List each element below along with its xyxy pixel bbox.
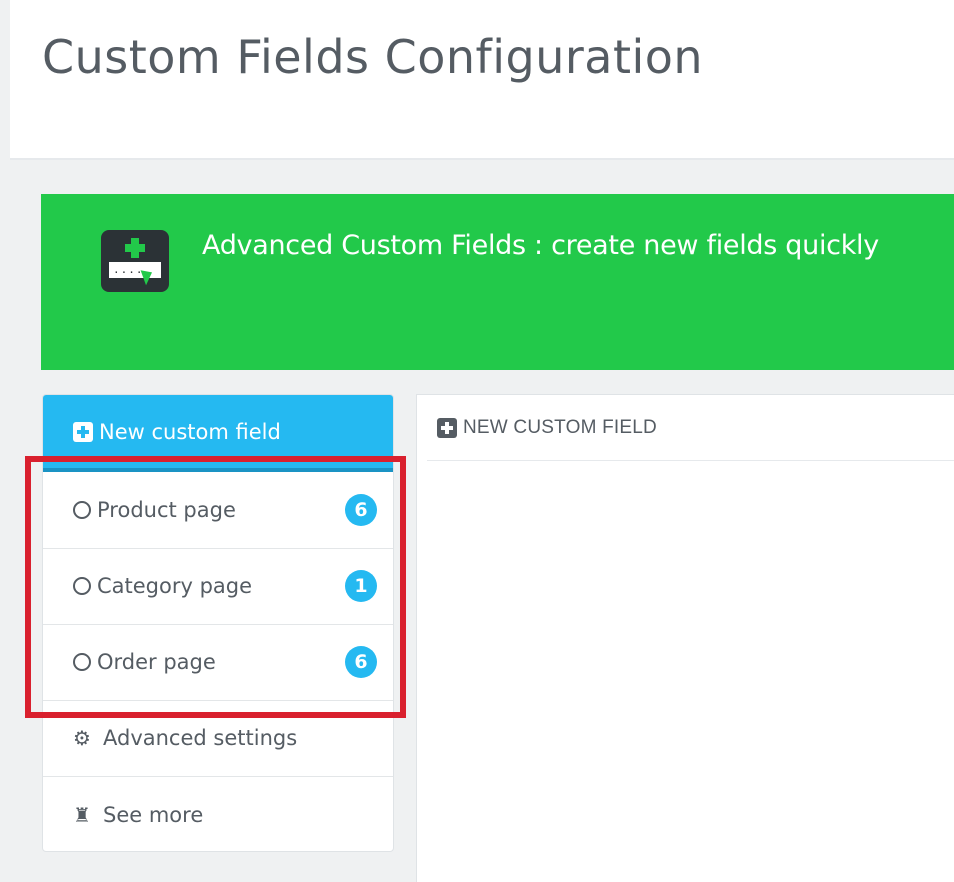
banner-text: Advanced Custom Fields : create new fiel… <box>202 230 879 261</box>
promo-banner: .... Advanced Custom Fields : create new… <box>41 194 954 370</box>
sidebar-item-advanced-settings[interactable]: ⚙ Advanced settings <box>43 700 393 777</box>
sidebar-item-order-page[interactable]: Order page 6 <box>43 624 393 701</box>
sidebar-item-category-page[interactable]: Category page 1 <box>43 548 393 625</box>
plus-square-icon <box>437 417 457 438</box>
panel-heading: NEW CUSTOM FIELD <box>427 395 954 461</box>
sidebar-item-label: Advanced settings <box>103 726 298 750</box>
sidebar-item-see-more[interactable]: ♜ See more <box>43 776 393 851</box>
sidebar-menu: New custom field Product page 6 Category… <box>42 394 394 852</box>
sidebar-item-product-page[interactable]: Product page 6 <box>43 472 393 549</box>
main-panel: NEW CUSTOM FIELD <box>416 394 954 882</box>
sidebar-item-label: New custom field <box>99 419 281 444</box>
sidebar-item-new-custom-field[interactable]: New custom field <box>43 395 393 472</box>
puzzle-icon: ♜ <box>73 802 91 827</box>
sidebar-item-label: Category page <box>97 574 253 598</box>
plus-square-icon <box>73 421 93 442</box>
page-header: Custom Fields Configuration <box>10 0 954 160</box>
count-badge: 6 <box>345 646 377 678</box>
count-badge: 1 <box>345 570 377 602</box>
sidebar-item-label: See more <box>103 802 204 827</box>
circle-icon <box>73 577 91 595</box>
sidebar-item-label: Order page <box>97 650 216 674</box>
add-field-icon: .... <box>101 230 169 292</box>
count-badge: 6 <box>345 494 377 526</box>
gear-icon: ⚙ <box>73 726 91 750</box>
circle-icon <box>73 501 91 519</box>
sidebar-item-label: Product page <box>97 498 236 522</box>
circle-icon <box>73 653 91 671</box>
panel-heading-label: NEW CUSTOM FIELD <box>463 416 657 438</box>
page-title: Custom Fields Configuration <box>42 30 704 84</box>
